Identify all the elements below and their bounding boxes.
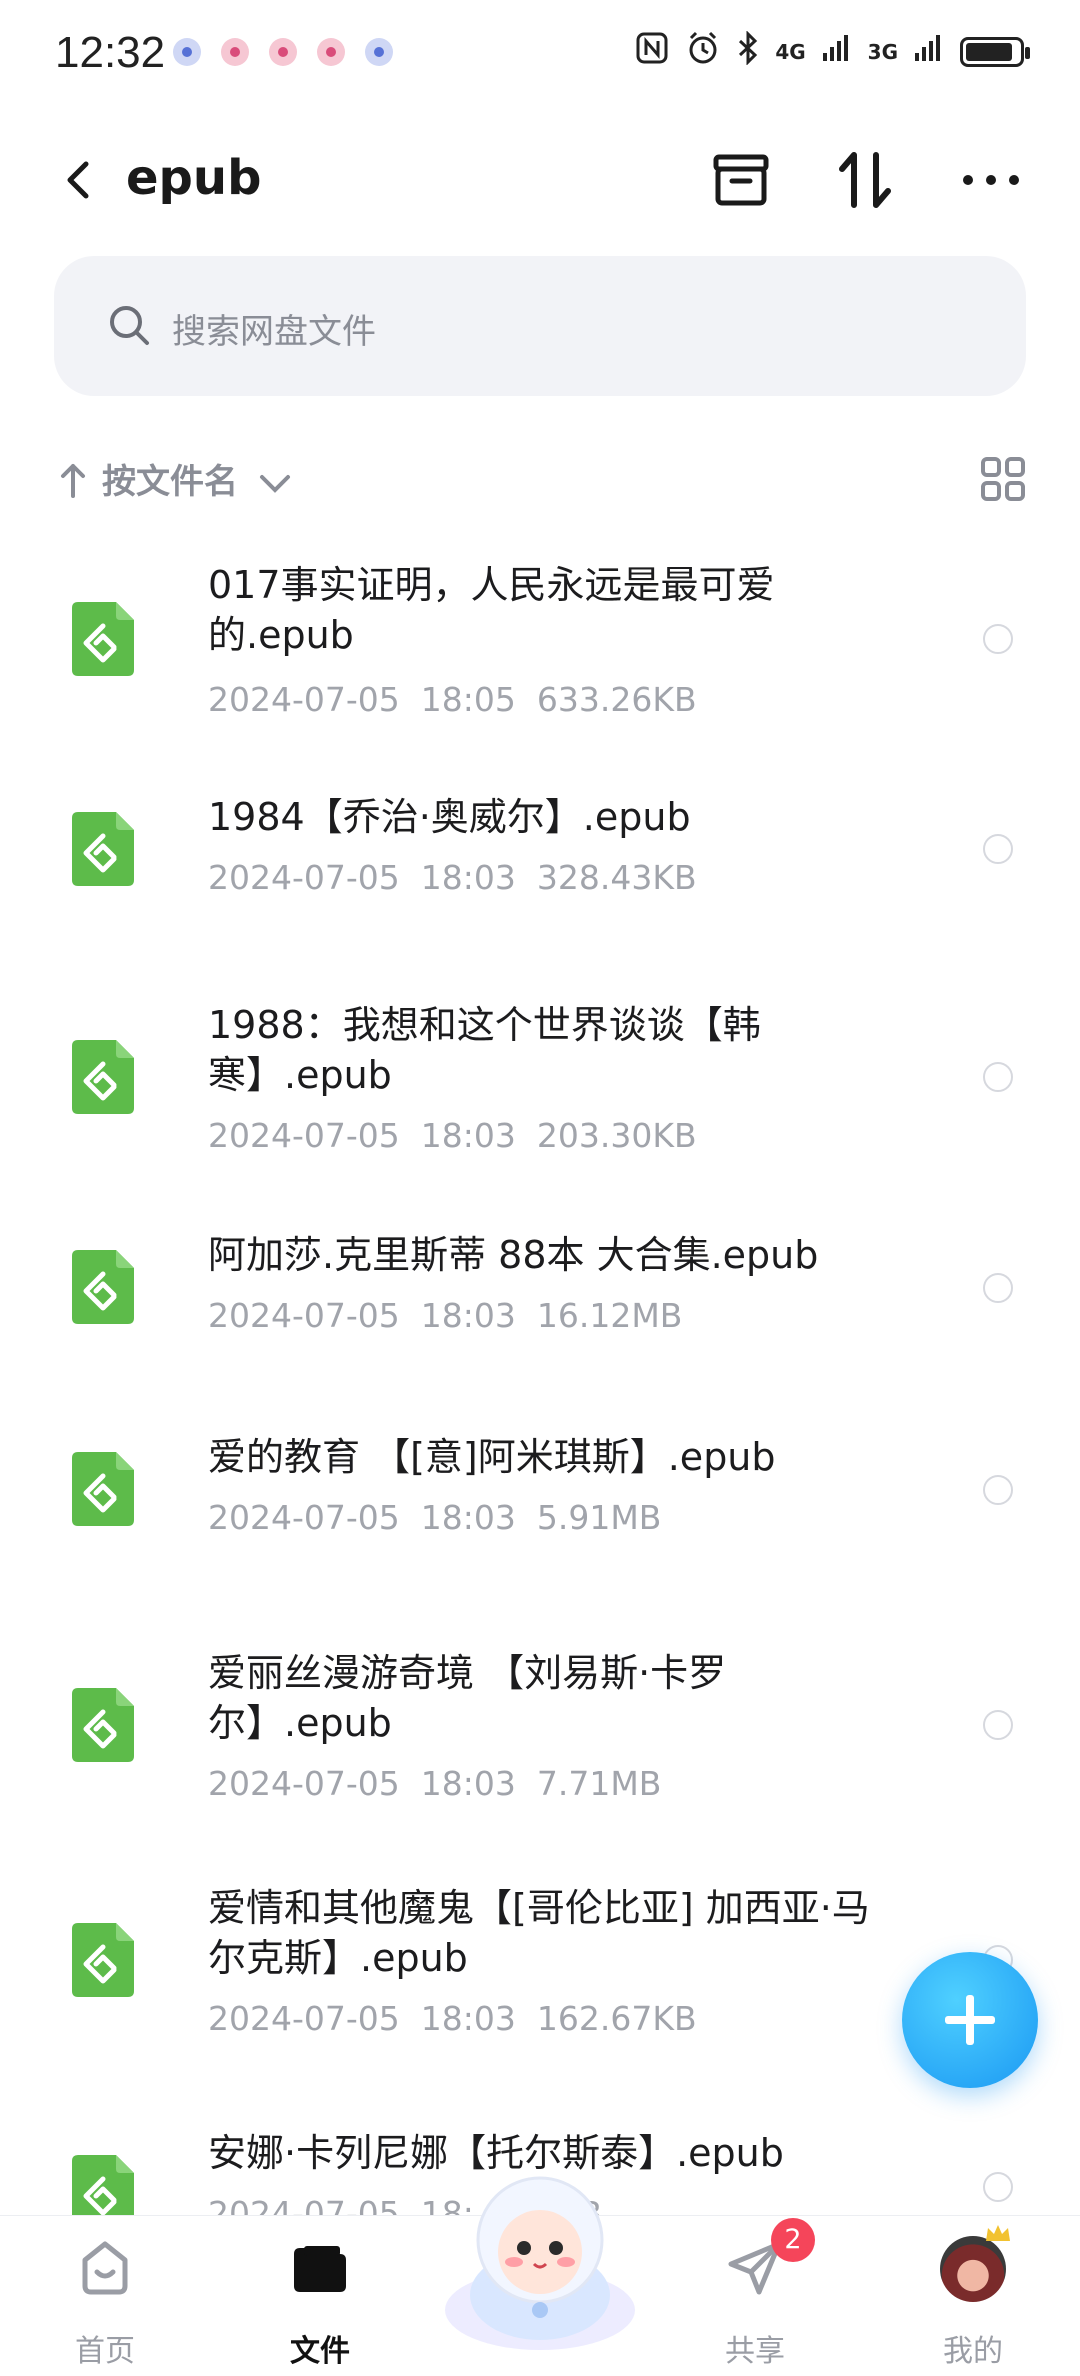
tab-share[interactable]: 2 共享 [675,2216,835,2376]
sort-selector[interactable]: 按文件名 [102,454,292,503]
select-radio[interactable] [983,1475,1013,1505]
home-icon [82,2241,128,2295]
app-notification-icon [221,38,249,66]
tab-label: 首页 [75,2334,135,2369]
file-name: 1984【乔治·奥威尔】.epub [208,795,691,839]
mascot-icon [445,2176,635,2350]
file-meta: 2024-07-05 18:03 5.91MB [208,1498,662,1537]
file-name: 阿加莎.克里斯蒂 88本 大合集.epub [208,1233,819,1277]
system-icons: 4G 3G [635,30,1030,74]
grid-icon [981,457,1025,501]
grid-view-button[interactable] [980,456,1026,502]
crown-icon [986,2225,1010,2241]
sort-label: 按文件名 [102,462,238,502]
search-placeholder: 搜索网盘文件 [172,312,376,352]
more-button[interactable] [956,145,1026,215]
file-meta: 2024-07-05 18:03 162.67KB [208,1999,697,2038]
signal-icon [914,33,944,71]
search-input[interactable]: 搜索网盘文件 [54,256,1026,396]
app-notification-icon [365,38,393,66]
tab-home[interactable]: 首页 [25,2216,185,2376]
epub-file-icon [72,1040,134,1114]
file-name: 爱丽丝漫游奇境 【刘易斯·卡罗尔】.epub [208,1651,727,1745]
select-radio[interactable] [983,1062,1013,1092]
file-row[interactable]: 爱的教育 【[意]阿米琪斯】.epub 2024-07-05 18:03 5.9… [0,1382,1080,1562]
add-button[interactable] [902,1952,1038,2088]
file-meta: 2024-07-05 18:05 633.26KB [208,680,697,719]
bluetooth-icon [737,30,759,73]
notification-icons [173,38,393,66]
file-meta: 2024-07-05 18:03 16.12MB [208,1296,683,1335]
sort-bar: 按文件名 [54,448,1026,508]
file-row[interactable]: 1984【乔治·奥威尔】.epub 2024-07-05 18:03 328.4… [0,740,1080,920]
status-time: 12:32 [55,28,166,77]
nfc-icon [635,31,669,73]
folder-icon [294,2246,346,2292]
epub-file-icon [72,1923,134,1997]
file-row[interactable]: 1988：我想和这个世界谈谈【韩寒】.epub 2024-07-05 18:03… [0,950,1080,1155]
sort-button[interactable] [830,145,900,215]
epub-file-icon [72,1452,134,1526]
tab-profile[interactable]: 我的 [893,2216,1053,2376]
file-row[interactable]: 017事实证明，人民永远是最可爱的.epub 2024-07-05 18:05 … [0,520,1080,720]
tab-label: 共享 [725,2334,785,2369]
mascot-button[interactable] [430,2160,650,2350]
network-type: 4G [775,40,806,64]
app-notification-icon [269,38,297,66]
tab-files[interactable]: 文件 [240,2216,400,2376]
epub-file-icon [72,1250,134,1324]
file-meta: 2024-07-05 18:03 7.71MB [208,1764,662,1803]
search-icon [110,306,149,345]
app-notification-icon [173,38,201,66]
select-radio[interactable] [983,2172,1013,2202]
signal-icon [822,33,852,71]
epub-file-icon [72,1688,134,1762]
network-type: 3G [867,40,898,64]
arrow-up-icon [61,464,85,498]
file-meta: 2024-07-05 18:03 328.43KB [208,858,697,897]
status-bar: 12:32 4G 3G [0,0,1080,110]
archive-icon [713,154,769,206]
select-radio[interactable] [983,834,1013,864]
notification-badge: 2 [771,2218,815,2262]
battery-icon [960,37,1030,67]
archive-button[interactable] [706,145,776,215]
back-icon [67,161,89,199]
avatar-icon [940,2236,1006,2302]
file-name: 017事实证明，人民永远是最可爱的.epub [208,563,775,657]
alarm-icon [685,30,721,74]
sort-icon [839,152,891,208]
header: epub [0,130,1080,230]
file-row[interactable]: 阿加莎.克里斯蒂 88本 大合集.epub 2024-07-05 18:03 1… [0,1180,1080,1360]
epub-file-icon [72,2155,134,2215]
tab-label: 我的 [943,2334,1003,2369]
select-radio[interactable] [983,1273,1013,1303]
file-meta: 2024-07-05 18:03 203.30KB [208,1116,697,1155]
file-name: 爱情和其他魔鬼【[哥伦比亚] 加西亚·马尔克斯】.epub [208,1886,870,1980]
select-radio[interactable] [983,624,1013,654]
epub-file-icon [72,812,134,886]
more-icon [963,175,1019,185]
page-title: epub [126,150,262,206]
tab-label: 文件 [290,2334,350,2369]
file-row[interactable]: 爱丽丝漫游奇境 【刘易斯·卡罗尔】.epub 2024-07-05 18:03 … [0,1598,1080,1803]
file-name: 1988：我想和这个世界谈谈【韩寒】.epub [208,1003,761,1097]
epub-file-icon [72,602,134,676]
select-radio[interactable] [983,1710,1013,1740]
app-notification-icon [317,38,345,66]
file-name: 爱的教育 【[意]阿米琪斯】.epub [208,1435,776,1479]
back-button[interactable] [50,150,110,210]
chevron-down-icon [259,474,290,493]
